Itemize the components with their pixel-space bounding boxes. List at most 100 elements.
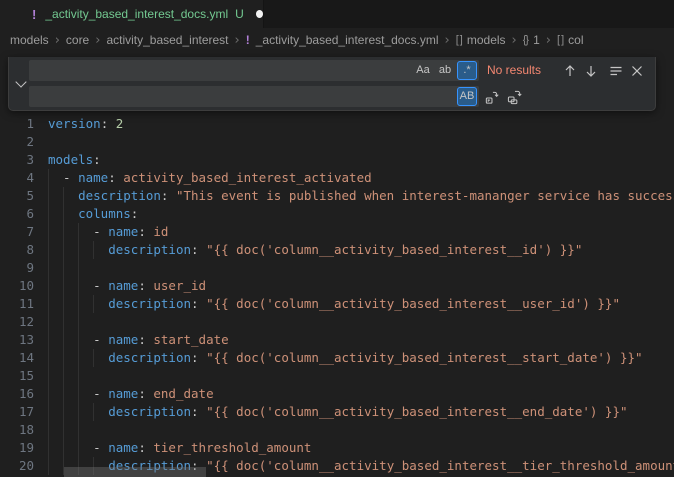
breadcrumb-symbol-models[interactable]: [ ] models <box>456 33 506 47</box>
line-number[interactable]: 4 <box>0 169 34 187</box>
breadcrumb-item-file[interactable]: ! _activity_based_interest_docs.yml <box>246 33 439 47</box>
line-number[interactable]: 18 <box>0 421 34 439</box>
indent-guide-icon <box>48 187 49 205</box>
line-number[interactable]: 20 <box>0 457 34 475</box>
find-previous-button[interactable] <box>561 62 579 80</box>
code-token: : <box>138 386 146 401</box>
breadcrumb-item-core[interactable]: core <box>66 33 89 47</box>
code-line[interactable]: 4 - name: activity_based_interest_activa… <box>0 169 674 187</box>
code-line-content: description: "{{ doc('column__activity_b… <box>34 295 674 313</box>
code-line[interactable]: 10 - name: user_id <box>0 277 674 295</box>
code-line[interactable]: 15 <box>0 367 674 385</box>
code-line[interactable]: 6 columns: <box>0 205 674 223</box>
indent-guide-icon <box>63 295 64 313</box>
horizontal-scrollbar[interactable] <box>64 467 206 477</box>
code-line-content: - name: id <box>34 223 674 241</box>
code-line-content <box>34 313 674 331</box>
match-case-toggle[interactable]: Aa <box>413 61 433 80</box>
line-number[interactable]: 15 <box>0 367 34 385</box>
code-line[interactable]: 16 - name: end_date <box>0 385 674 403</box>
code-token: name <box>108 440 138 455</box>
replace-input[interactable]: - name: $1\n description: "{{ doc('colum… <box>29 86 479 107</box>
find-input[interactable]: \s{6}- name: (.*)\n description: "" Aa a… <box>29 60 479 81</box>
chevron-right-icon: › <box>512 33 517 48</box>
preserve-case-toggle[interactable]: AB <box>457 87 477 106</box>
code-token: name <box>108 332 138 347</box>
breadcrumb-symbol-index[interactable]: {} 1 <box>523 33 540 47</box>
code-line-content: version: 2 <box>34 115 674 133</box>
line-number[interactable]: 17 <box>0 403 34 421</box>
code-line[interactable]: 2 <box>0 133 674 151</box>
indent-guide-icon <box>78 421 79 439</box>
code-token: user_id <box>146 278 206 293</box>
indent-guide-icon <box>63 241 64 259</box>
code-line[interactable]: 14 description: "{{ doc('column__activit… <box>0 349 674 367</box>
code-token: name <box>108 224 138 239</box>
code-token: "{{ doc('column__activity_based_interest… <box>199 296 620 311</box>
regex-toggle[interactable]: .* <box>457 61 477 80</box>
code-token: : <box>191 296 199 311</box>
code-line[interactable]: 8 description: "{{ doc('column__activity… <box>0 241 674 259</box>
code-line-content: - name: tier_threshold_amount <box>34 439 674 457</box>
code-line[interactable]: 1version: 2 <box>0 115 674 133</box>
code-line-content: - name: user_id <box>34 277 674 295</box>
code-line[interactable]: 17 description: "{{ doc('column__activit… <box>0 403 674 421</box>
code-line[interactable]: 3models: <box>0 151 674 169</box>
chevron-right-icon: › <box>235 33 240 48</box>
line-number[interactable]: 6 <box>0 205 34 223</box>
chevron-down-icon[interactable] <box>15 76 26 87</box>
code-token: activity_based_interest_activated <box>116 170 372 185</box>
indent-guide-icon <box>48 223 49 241</box>
line-number[interactable]: 13 <box>0 331 34 349</box>
line-number[interactable]: 9 <box>0 259 34 277</box>
code-lines: 1version: 223models:4 - name: activity_b… <box>0 115 674 475</box>
line-number[interactable]: 19 <box>0 439 34 457</box>
line-number[interactable]: 16 <box>0 385 34 403</box>
code-line[interactable]: 19 - name: tier_threshold_amount <box>0 439 674 457</box>
line-number[interactable]: 8 <box>0 241 34 259</box>
line-number[interactable]: 14 <box>0 349 34 367</box>
breadcrumb-item-folder[interactable]: activity_based_interest <box>106 33 228 47</box>
chevron-right-icon: › <box>55 33 60 48</box>
line-number[interactable]: 5 <box>0 187 34 205</box>
tab-active[interactable]: ! _activity_based_interest_docs.yml U <box>0 0 264 28</box>
code-line[interactable]: 12 <box>0 313 674 331</box>
line-number[interactable]: 7 <box>0 223 34 241</box>
line-number[interactable]: 10 <box>0 277 34 295</box>
breadcrumb-symbol-columns[interactable]: [ ] col <box>557 33 584 47</box>
code-line-content: - name: activity_based_interest_activate… <box>34 169 674 187</box>
replace-all-button[interactable] <box>505 88 523 106</box>
find-replace-widget: \s{6}- name: (.*)\n description: "" Aa a… <box>8 57 656 111</box>
code-token: name <box>108 386 138 401</box>
breadcrumb-symbol-label: 1 <box>533 33 540 47</box>
code-line[interactable]: 18 <box>0 421 674 439</box>
line-number[interactable]: 1 <box>0 115 34 133</box>
code-token: description <box>108 296 191 311</box>
line-number[interactable]: 12 <box>0 313 34 331</box>
whole-word-toggle[interactable]: ab <box>435 61 455 80</box>
code-line[interactable]: 13 - name: start_date <box>0 331 674 349</box>
find-next-button[interactable] <box>582 62 600 80</box>
code-line[interactable]: 5 description: "This event is published … <box>0 187 674 205</box>
find-in-selection-button[interactable] <box>607 62 625 80</box>
breadcrumb-item-models[interactable]: models <box>10 33 49 47</box>
code-line-content: - name: start_date <box>34 331 674 349</box>
code-token: : <box>191 404 199 419</box>
line-number[interactable]: 3 <box>0 151 34 169</box>
close-icon[interactable] <box>628 62 646 80</box>
dirty-indicator-icon[interactable] <box>256 10 263 18</box>
indent-guide-icon <box>78 349 79 367</box>
code-line[interactable]: 7 - name: id <box>0 223 674 241</box>
tab-bar: ! _activity_based_interest_docs.yml U <box>0 0 674 28</box>
replace-button[interactable] <box>482 88 500 106</box>
indent-guide-icon <box>48 277 49 295</box>
code-token: : <box>108 170 116 185</box>
line-number[interactable]: 2 <box>0 133 34 151</box>
chevron-right-icon: › <box>444 33 449 48</box>
code-token: "{{ doc('column__activity_based_interest… <box>199 242 583 257</box>
line-number[interactable]: 11 <box>0 295 34 313</box>
indent-guide-icon <box>48 439 49 457</box>
code-line-content: models: <box>34 151 674 169</box>
code-line[interactable]: 9 <box>0 259 674 277</box>
code-line[interactable]: 11 description: "{{ doc('column__activit… <box>0 295 674 313</box>
